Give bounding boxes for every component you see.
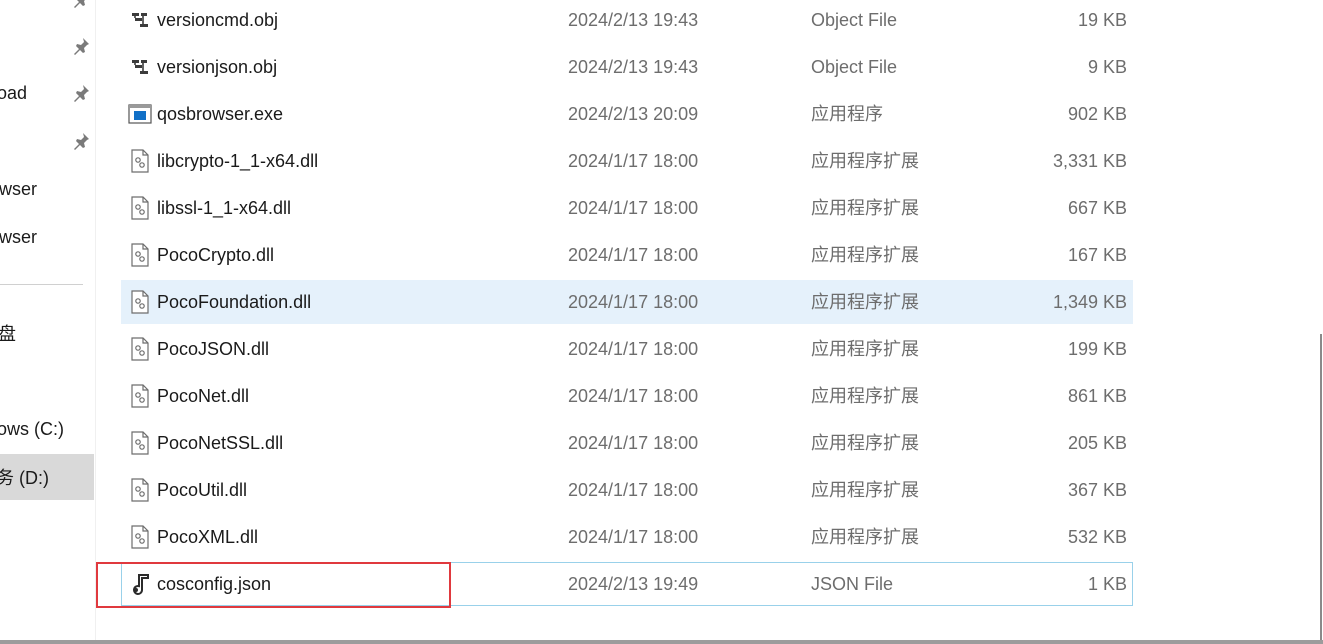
nav-item-label: wser <box>0 226 38 247</box>
file-type: Object File <box>811 57 898 77</box>
pin-icon <box>72 84 90 102</box>
file-row[interactable]: versionjson.obj 2024/2/13 19:43 Object F… <box>121 45 1133 89</box>
nav-item-label: 务 (D:) <box>0 468 49 488</box>
file-size: 667 KB <box>1067 198 1127 218</box>
file-type: 应用程序扩展 <box>811 151 919 171</box>
dll-icon <box>128 187 152 229</box>
file-row[interactable]: libssl-1_1-x64.dll 2024/1/17 18:00 应用程序扩… <box>121 186 1133 230</box>
file-row-hovered[interactable]: PocoFoundation.dll 2024/1/17 18:00 应用程序扩… <box>121 280 1133 324</box>
file-type: 应用程序 <box>811 104 883 124</box>
file-date: 2024/1/17 18:00 <box>568 198 699 218</box>
file-row[interactable]: libcrypto-1_1-x64.dll 2024/1/17 18:00 应用… <box>121 139 1133 183</box>
file-date: 2024/1/17 18:00 <box>568 339 699 359</box>
file-type: Object File <box>811 10 898 30</box>
dll-icon <box>128 234 152 276</box>
object-file-icon <box>128 46 152 88</box>
pin-icon <box>72 0 90 8</box>
file-size: 902 KB <box>1067 104 1127 124</box>
file-name: versionjson.obj <box>157 57 278 77</box>
file-type: 应用程序扩展 <box>811 245 919 265</box>
dll-icon <box>128 375 152 417</box>
file-type: 应用程序扩展 <box>811 386 919 406</box>
file-row[interactable]: PocoNet.dll 2024/1/17 18:00 应用程序扩展 861 K… <box>121 374 1133 418</box>
file-name: PocoXML.dll <box>157 527 259 547</box>
file-name: PocoCrypto.dll <box>157 245 275 265</box>
file-row-focused[interactable]: cosconfig.json 2024/2/13 19:49 JSON File… <box>121 562 1133 606</box>
file-list: versioncmd.obj 2024/2/13 19:43 Object Fi… <box>96 0 1306 640</box>
nav-item-label: ows (C:) <box>0 418 64 439</box>
nav-item-label: 盘 <box>0 324 16 344</box>
navigation-pane: oad wser wser 盘 ows (C:) 务 (D:) <box>0 0 96 640</box>
file-date: 2024/1/17 18:00 <box>568 151 699 171</box>
file-size: 3,331 KB <box>1052 151 1127 171</box>
file-date: 2024/1/17 18:00 <box>568 292 699 312</box>
file-type: 应用程序扩展 <box>811 198 919 218</box>
file-size: 205 KB <box>1067 433 1127 453</box>
file-date: 2024/1/17 18:00 <box>568 480 699 500</box>
pin-icon <box>72 132 90 150</box>
scrollbar-thumb[interactable] <box>1320 334 1322 640</box>
file-type: 应用程序扩展 <box>811 433 919 453</box>
file-name: PocoNet.dll <box>157 386 250 406</box>
file-type: JSON File <box>811 574 894 594</box>
file-date: 2024/1/17 18:00 <box>568 433 699 453</box>
file-name: PocoFoundation.dll <box>157 292 312 312</box>
file-row[interactable]: PocoNetSSL.dll 2024/1/17 18:00 应用程序扩展 20… <box>121 421 1133 465</box>
file-size: 199 KB <box>1067 339 1127 359</box>
file-date: 2024/2/13 19:43 <box>568 10 699 30</box>
nav-item-drive-d[interactable]: 务 (D:) <box>0 454 94 500</box>
file-size: 19 KB <box>1077 10 1127 30</box>
nav-item-drive-c[interactable]: ows (C:) <box>0 406 94 452</box>
exe-icon <box>128 93 152 135</box>
pin-icon <box>72 37 90 55</box>
file-type: 应用程序扩展 <box>811 339 919 359</box>
file-date: 2024/2/13 19:49 <box>568 574 699 594</box>
file-size: 1 KB <box>1087 574 1127 594</box>
file-size: 1,349 KB <box>1052 292 1127 312</box>
dll-icon <box>128 281 152 323</box>
file-row[interactable]: PocoJSON.dll 2024/1/17 18:00 应用程序扩展 199 … <box>121 327 1133 371</box>
file-name: PocoNetSSL.dll <box>157 433 284 453</box>
nav-item-browser-2[interactable]: wser <box>0 214 94 260</box>
nav-item-drive[interactable]: 盘 <box>0 310 94 356</box>
file-name: qosbrowser.exe <box>157 104 284 124</box>
dll-icon <box>128 469 152 511</box>
file-date: 2024/1/17 18:00 <box>568 245 699 265</box>
file-row[interactable]: PocoCrypto.dll 2024/1/17 18:00 应用程序扩展 16… <box>121 233 1133 277</box>
file-name: PocoUtil.dll <box>157 480 248 500</box>
file-type: 应用程序扩展 <box>811 480 919 500</box>
file-row[interactable]: qosbrowser.exe 2024/2/13 20:09 应用程序 902 … <box>121 92 1133 136</box>
sidebar-divider <box>0 284 83 285</box>
file-name: libcrypto-1_1-x64.dll <box>157 151 319 171</box>
file-row[interactable]: PocoXML.dll 2024/1/17 18:00 应用程序扩展 532 K… <box>121 515 1133 559</box>
file-row[interactable]: PocoUtil.dll 2024/1/17 18:00 应用程序扩展 367 … <box>121 468 1133 512</box>
dll-icon <box>128 422 152 464</box>
nav-item-label: wser <box>0 178 38 199</box>
file-name: libssl-1_1-x64.dll <box>157 198 292 218</box>
file-type: 应用程序扩展 <box>811 527 919 547</box>
file-type: 应用程序扩展 <box>811 292 919 312</box>
file-date: 2024/2/13 19:43 <box>568 57 699 77</box>
nav-item-label: oad <box>0 82 28 103</box>
file-name: PocoJSON.dll <box>157 339 270 359</box>
file-size: 367 KB <box>1067 480 1127 500</box>
window-bottom-edge <box>0 640 1323 644</box>
json-file-icon <box>128 563 152 605</box>
file-date: 2024/2/13 20:09 <box>568 104 699 124</box>
dll-icon <box>128 140 152 182</box>
file-date: 2024/1/17 18:00 <box>568 527 699 547</box>
file-size: 861 KB <box>1067 386 1127 406</box>
object-file-icon <box>128 0 152 41</box>
file-size: 532 KB <box>1067 527 1127 547</box>
file-name: cosconfig.json <box>157 574 272 594</box>
nav-item-browser-1[interactable]: wser <box>0 166 94 212</box>
file-date: 2024/1/17 18:00 <box>568 386 699 406</box>
file-name: versioncmd.obj <box>157 10 279 30</box>
dll-icon <box>128 328 152 370</box>
file-size: 167 KB <box>1067 245 1127 265</box>
dll-icon <box>128 516 152 558</box>
file-row[interactable]: versioncmd.obj 2024/2/13 19:43 Object Fi… <box>121 0 1133 42</box>
file-size: 9 KB <box>1087 57 1127 77</box>
